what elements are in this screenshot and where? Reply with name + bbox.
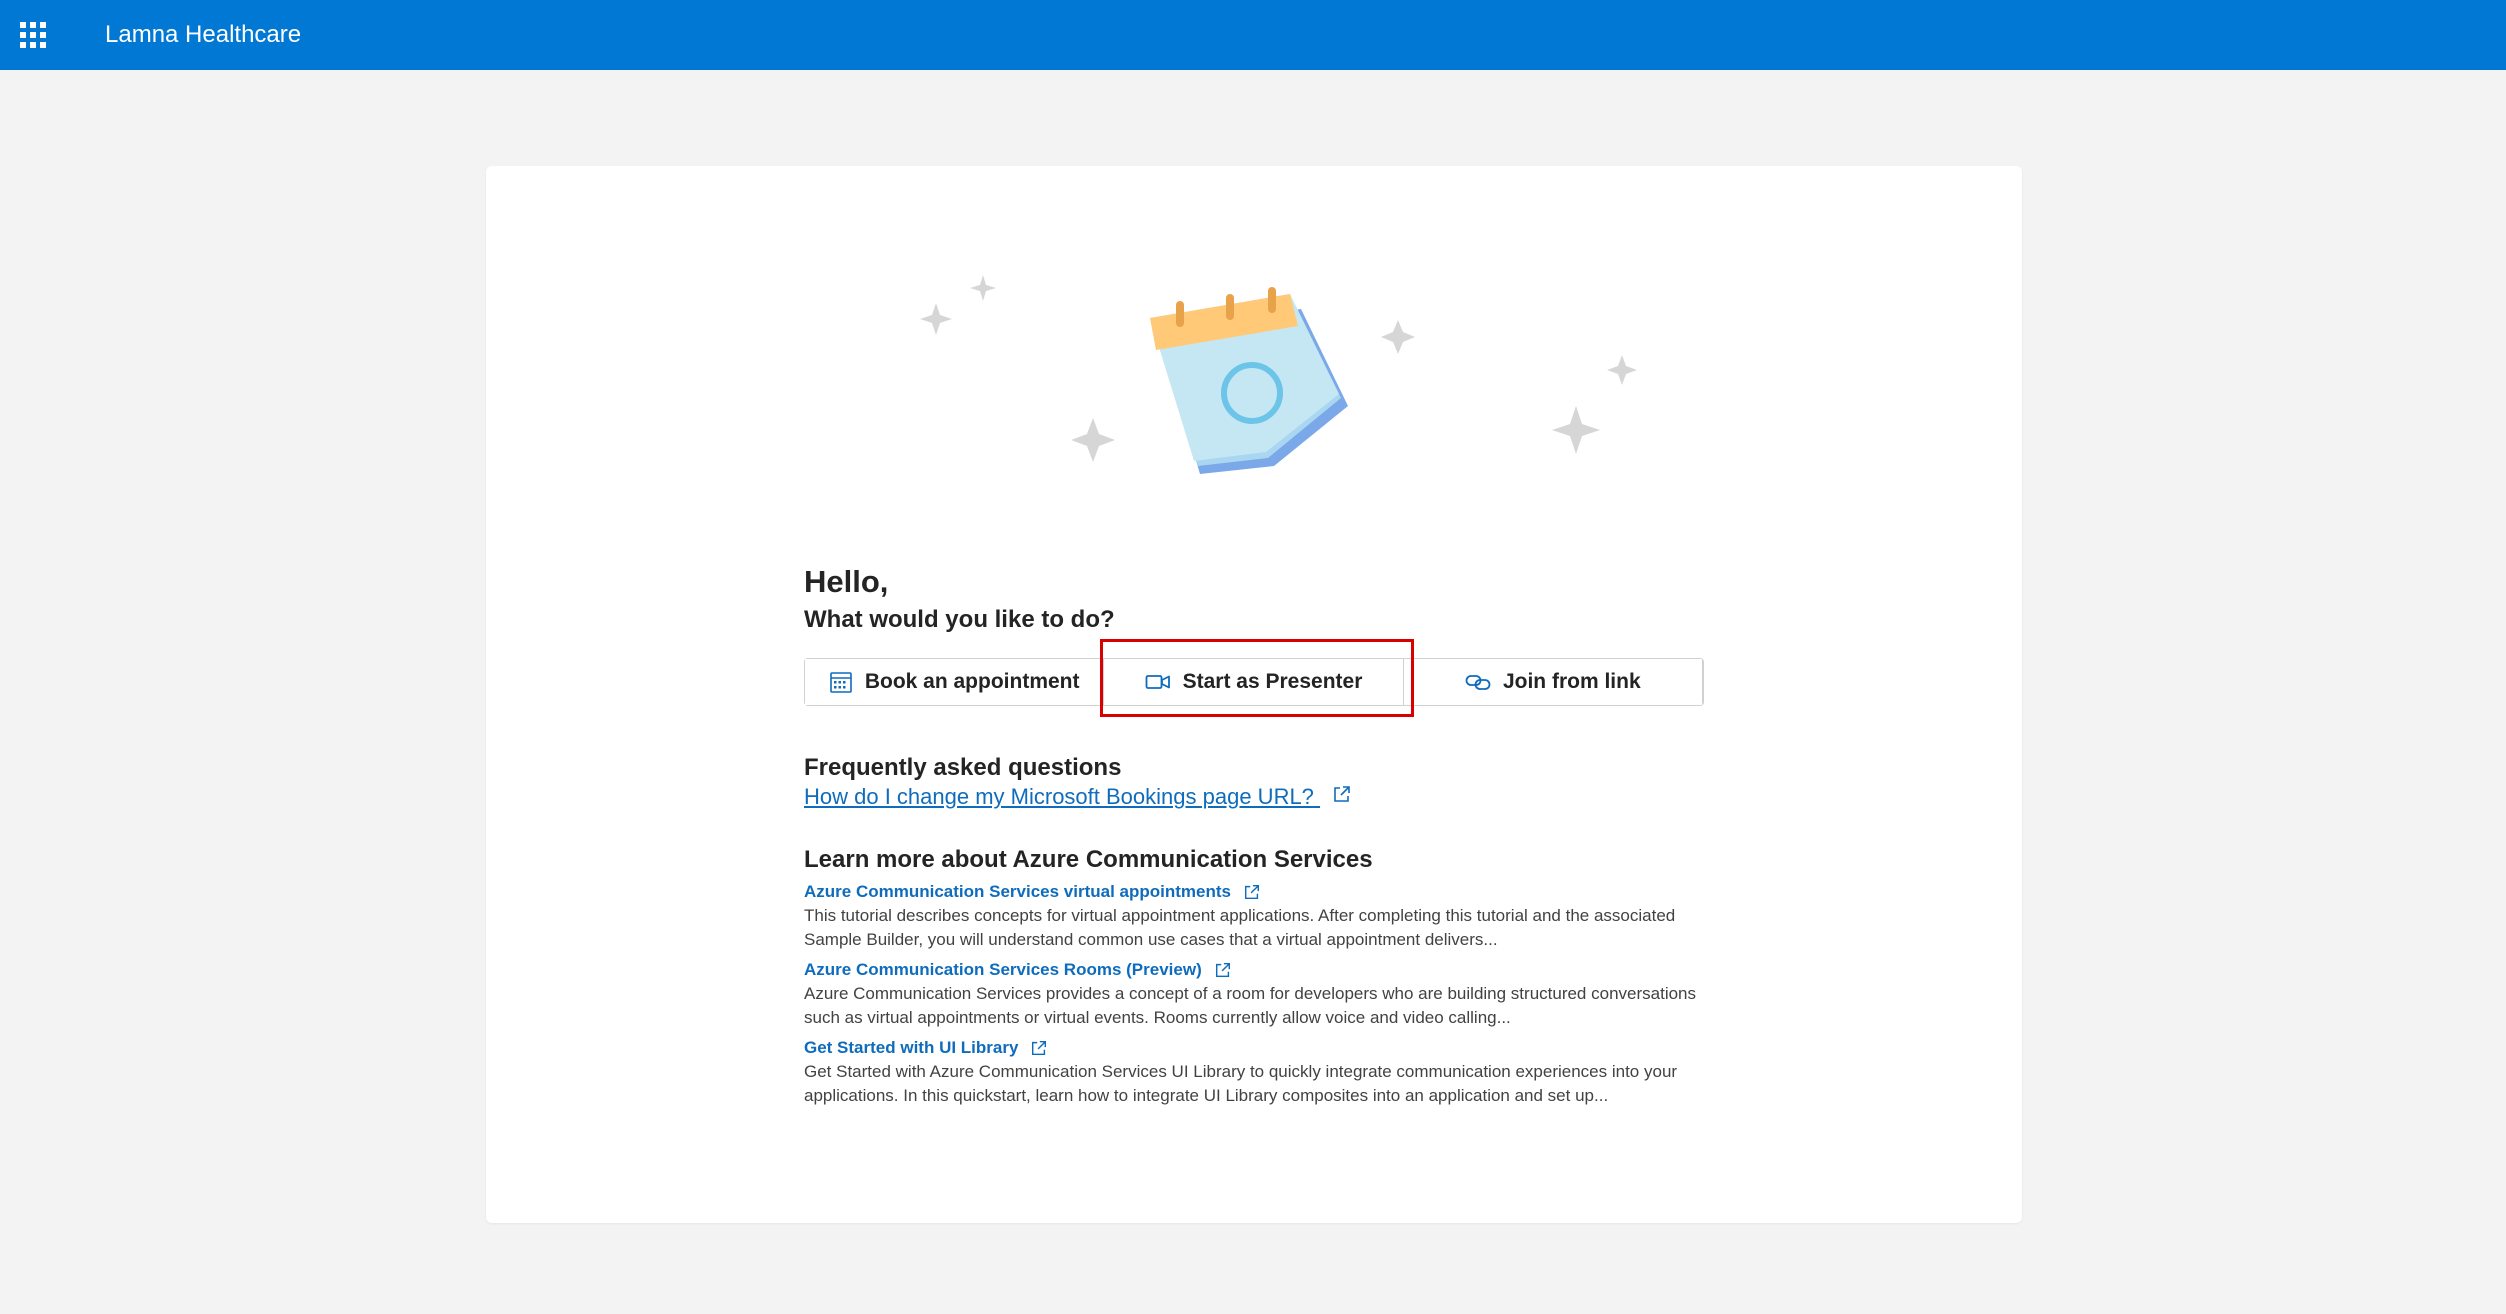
- start-presenter-label: Start as Presenter: [1182, 670, 1363, 693]
- join-from-link-button[interactable]: Join from link: [1403, 659, 1703, 705]
- greeting-question: What would you like to do?: [804, 606, 1115, 633]
- join-from-link-label: Join from link: [1502, 670, 1641, 693]
- content-area: Hello, What would you like to do? Book a…: [804, 562, 1704, 1105]
- video-camera-icon: [1145, 675, 1170, 689]
- resource-link-text: Azure Communication Services virtual app…: [804, 882, 1231, 901]
- app-title: Lamna Healthcare: [105, 21, 302, 48]
- app-launcher-icon[interactable]: [20, 22, 46, 48]
- calendar-graphic: [1150, 287, 1348, 474]
- resource-item: Azure Communication Services Rooms (Prev…: [804, 958, 1704, 1030]
- main-card: Hello, What would you like to do? Book a…: [486, 166, 2022, 1223]
- resource-link[interactable]: Azure Communication Services virtual app…: [804, 880, 1261, 904]
- external-link-icon: [1032, 1040, 1047, 1056]
- external-link-icon: [1334, 786, 1350, 802]
- calendar-icon: [830, 672, 852, 693]
- resource-item: Get Started with UI Library Get Started …: [804, 1036, 1704, 1108]
- faq-link-text: How do I change my Microsoft Bookings pa…: [804, 784, 1314, 809]
- resource-link-text: Azure Communication Services Rooms (Prev…: [804, 960, 1202, 979]
- resource-description: Get Started with Azure Communication Ser…: [804, 1062, 1678, 1105]
- top-bar: Lamna Healthcare: [0, 0, 2506, 70]
- external-link-icon: [1215, 962, 1230, 978]
- book-appointment-button[interactable]: Book an appointment: [805, 659, 1105, 705]
- resource-link[interactable]: Get Started with UI Library: [804, 1036, 1048, 1060]
- link-icon: [1465, 675, 1491, 690]
- faq-title: Frequently asked questions: [804, 754, 1122, 781]
- learn-more-title: Learn more about Azure Communication Ser…: [804, 846, 1373, 873]
- start-presenter-button[interactable]: Start as Presenter: [1104, 659, 1404, 705]
- external-link-icon: [1244, 884, 1260, 900]
- faq-link[interactable]: How do I change my Microsoft Bookings pa…: [804, 782, 1352, 812]
- action-buttons: Book an appointment Start as Presenter J…: [804, 639, 1704, 717]
- resource-description: This tutorial describes concepts for vir…: [804, 906, 1676, 949]
- calendar-illustration: [920, 275, 1637, 474]
- resource-link[interactable]: Azure Communication Services Rooms (Prev…: [804, 958, 1232, 982]
- resource-link-text: Get Started with UI Library: [804, 1038, 1019, 1057]
- resource-description: Azure Communication Services provides a …: [804, 984, 1697, 1027]
- resource-item: Azure Communication Services virtual app…: [804, 880, 1704, 952]
- greeting-hello: Hello,: [804, 564, 889, 599]
- book-appointment-label: Book an appointment: [864, 670, 1080, 693]
